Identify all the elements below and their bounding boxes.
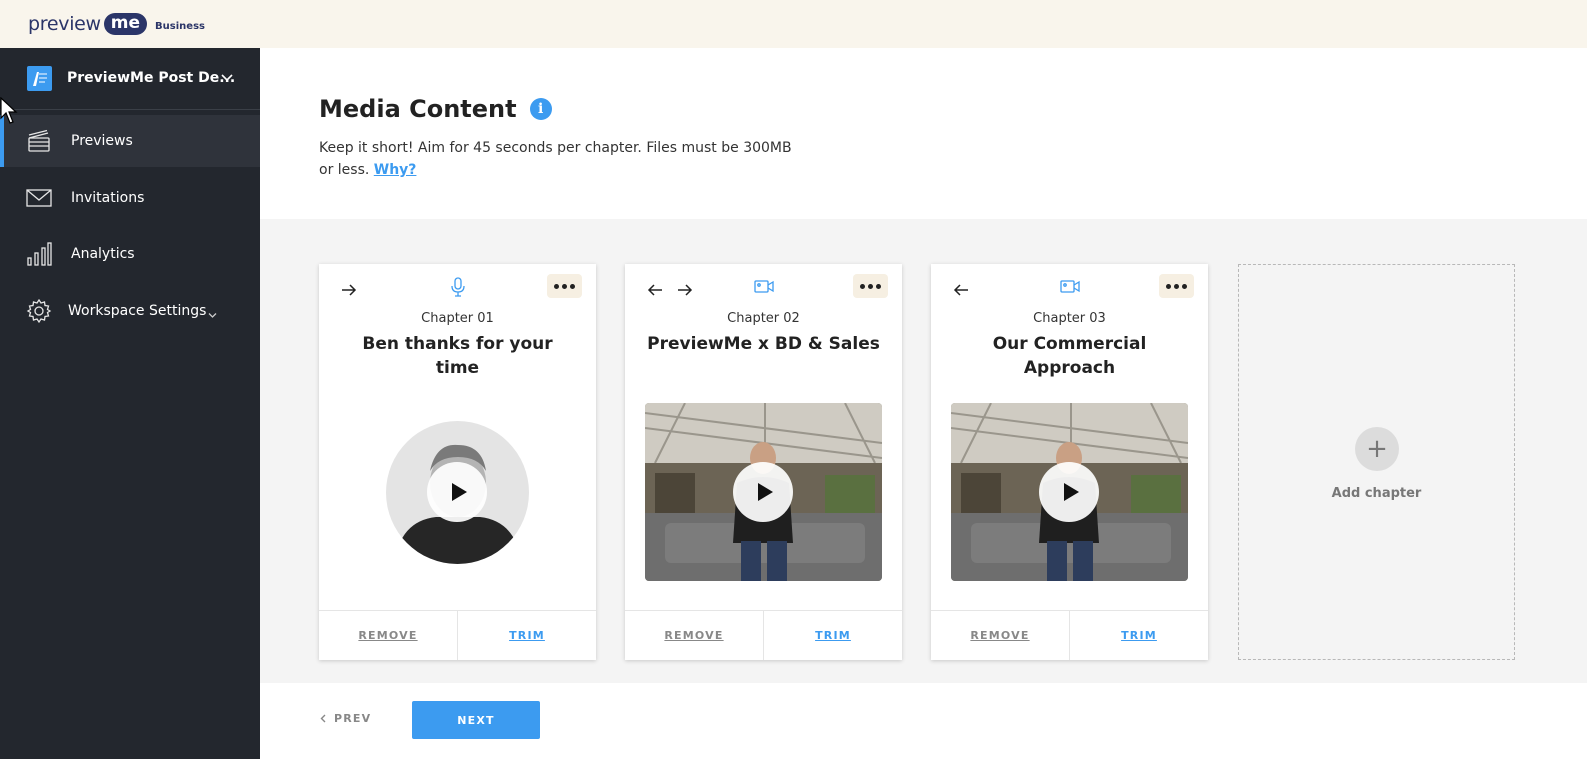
sidebar-item-label: Analytics [71, 246, 135, 262]
remove-button[interactable]: REMOVE [319, 611, 458, 660]
chapter-thumbnail [386, 421, 529, 564]
play-button[interactable] [427, 462, 487, 522]
plus-icon[interactable]: + [1355, 427, 1399, 471]
chevron-down-icon [207, 306, 218, 325]
sidebar-item-label: Invitations [71, 190, 145, 206]
page-title: Media Content i [319, 95, 552, 123]
reorder-arrows [951, 280, 971, 300]
workspace-logo-icon [27, 66, 52, 91]
sidebar-item-invitations[interactable]: Invitations [0, 172, 260, 224]
sidebar-item-label: Workspace Settings [68, 303, 207, 319]
sidebar: PreviewMe Post De... Previews Invitation… [0, 48, 260, 759]
chapter-title: PreviewMe x BD & Sales [647, 334, 880, 354]
trim-button[interactable]: TRIM [1070, 611, 1208, 660]
page-title-text: Media Content [319, 95, 517, 123]
arrow-right-icon[interactable] [339, 280, 359, 300]
chapter-card: Chapter 02 PreviewMe x BD & Sales REMOVE [625, 264, 902, 660]
chapter-thumbnail [951, 403, 1188, 581]
why-link[interactable]: Why? [374, 162, 417, 178]
envelope-icon [26, 185, 52, 211]
reorder-arrows [339, 280, 359, 300]
workspace-name: PreviewMe Post De... [67, 70, 236, 86]
more-options-button[interactable] [1159, 274, 1194, 298]
clapperboard-icon [26, 128, 52, 154]
trim-button[interactable]: TRIM [764, 611, 902, 660]
add-chapter-card[interactable]: + Add chapter [1238, 264, 1515, 660]
remove-button[interactable]: REMOVE [625, 611, 764, 660]
sidebar-item-previews[interactable]: Previews [0, 115, 260, 167]
footer-nav: PREV NEXT [260, 683, 1587, 759]
reorder-arrows [645, 280, 695, 300]
trim-button[interactable]: TRIM [458, 611, 596, 660]
chapter-thumbnail [645, 403, 882, 581]
chapter-title: Ben thanks for your time [362, 334, 553, 378]
logo-word-business: Business [155, 20, 205, 32]
chapter-card: Chapter 01 Ben thanks for your time REMO… [319, 264, 596, 660]
gear-icon [26, 298, 52, 324]
video-camera-icon [753, 277, 775, 297]
top-bar: preview me Business [0, 0, 1587, 48]
chapters-area: Chapter 01 Ben thanks for your time REMO… [260, 219, 1587, 683]
sidebar-item-label: Previews [71, 133, 133, 149]
mouse-cursor-icon [0, 97, 18, 124]
sidebar-item-analytics[interactable]: Analytics [0, 228, 260, 280]
more-options-button[interactable] [853, 274, 888, 298]
chevron-down-icon[interactable] [220, 70, 234, 89]
page-header: Media Content i Keep it short! Aim for 4… [260, 48, 1587, 219]
chapter-number: Chapter 01 [421, 311, 494, 326]
page-subtitle: Keep it short! Aim for 45 seconds per ch… [319, 137, 799, 181]
arrow-left-icon[interactable] [951, 280, 971, 300]
more-options-button[interactable] [547, 274, 582, 298]
info-icon[interactable]: i [529, 98, 552, 120]
sidebar-item-workspace-settings[interactable]: Workspace Settings [0, 285, 260, 337]
play-button[interactable] [1039, 462, 1099, 522]
play-button[interactable] [733, 462, 793, 522]
chapter-number: Chapter 03 [1033, 311, 1106, 326]
card-actions: REMOVE TRIM [931, 610, 1208, 660]
previewme-logo[interactable]: preview me Business [28, 13, 205, 35]
prev-label: PREV [334, 712, 372, 725]
next-button[interactable]: NEXT [412, 701, 540, 739]
logo-word-preview: preview [28, 13, 101, 35]
arrow-left-icon[interactable] [645, 280, 665, 300]
card-actions: REMOVE TRIM [319, 610, 596, 660]
remove-button[interactable]: REMOVE [931, 611, 1070, 660]
chapter-title: Our Commercial Approach [992, 334, 1147, 378]
chevron-left-icon [320, 714, 326, 723]
microphone-icon [447, 277, 469, 297]
workspace-switcher[interactable]: PreviewMe Post De... [0, 48, 260, 110]
add-chapter-label: Add chapter [1331, 486, 1422, 501]
prev-button[interactable]: PREV [320, 712, 371, 725]
video-camera-icon [1059, 277, 1081, 297]
chapter-card: Chapter 03 Our Commercial Approach REMOV… [931, 264, 1208, 660]
logo-word-me: me [103, 13, 148, 35]
card-actions: REMOVE TRIM [625, 610, 902, 660]
bar-chart-icon [26, 241, 52, 267]
chapter-number: Chapter 02 [727, 311, 800, 326]
arrow-right-icon[interactable] [675, 280, 695, 300]
